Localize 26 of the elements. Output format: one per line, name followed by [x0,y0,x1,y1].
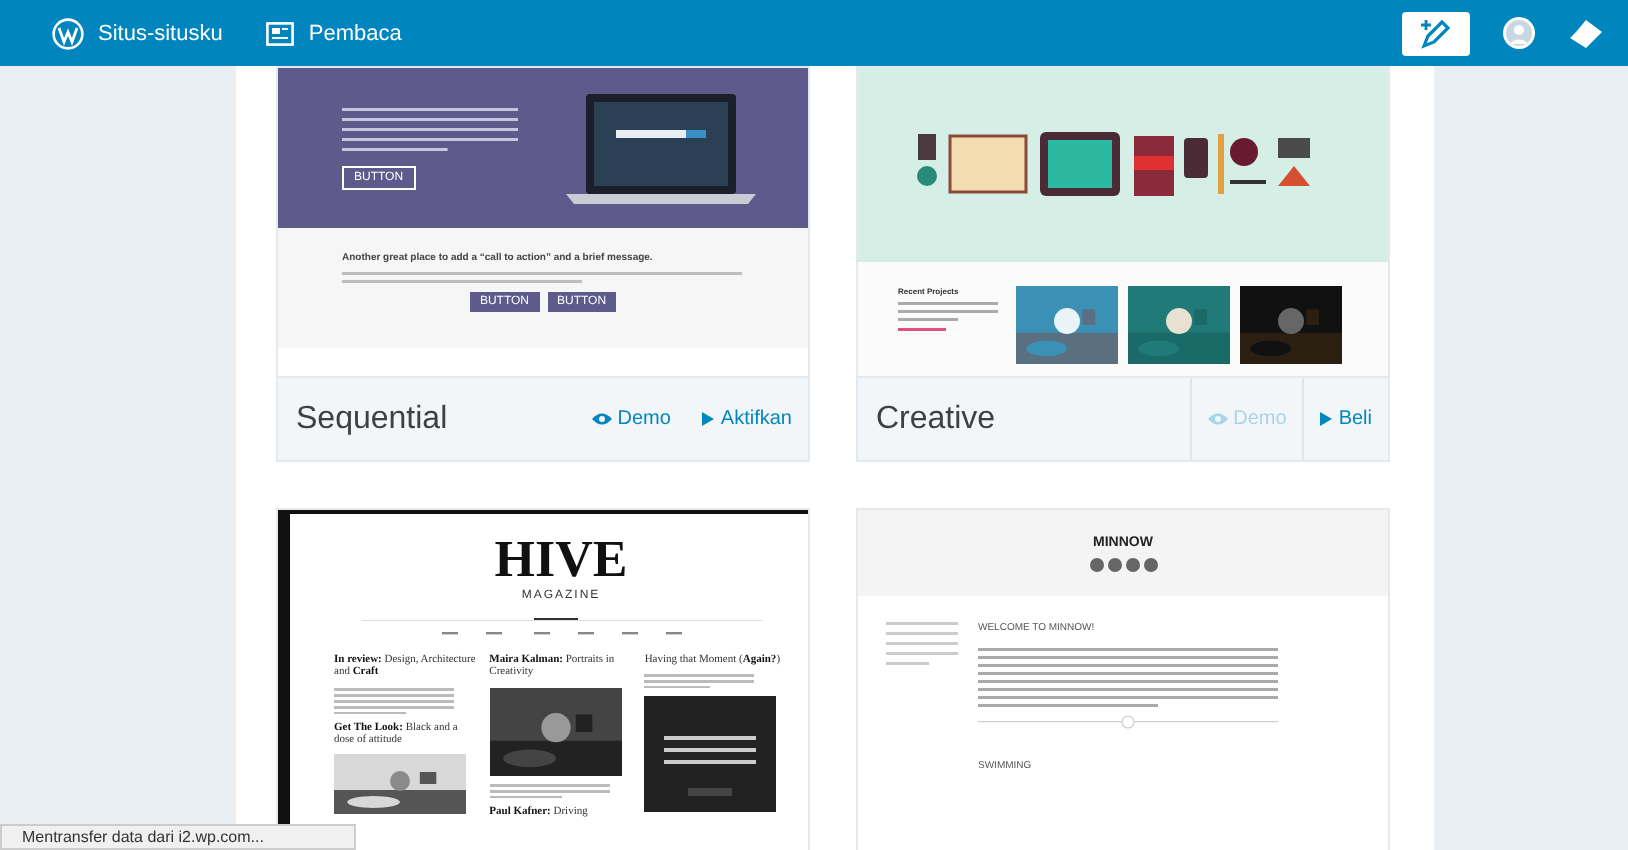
text-lines-drawing [334,687,454,714]
wordpress-logo-icon [52,17,84,49]
theme-name: Creative [876,401,998,437]
text-lines-drawing [886,622,958,668]
avatar-icon[interactable] [1502,16,1536,50]
activate-button[interactable]: Aktifkan [686,378,808,460]
write-button[interactable] [1402,11,1470,55]
quote-panel-drawing [644,696,777,813]
status-tooltip: Mentransfer data dari i2.wp.com... [0,824,356,850]
topbar-link[interactable]: Situs-situsku [52,17,223,49]
text-lines-drawing [644,674,755,689]
notification-icon[interactable] [1568,17,1604,49]
text-lines-drawing [898,302,998,322]
demo-button[interactable]: Demo [575,378,687,460]
topbar-link[interactable]: Pembaca [266,21,402,45]
text-lines-drawing [489,783,610,798]
reader-icon [266,21,295,45]
logo: HIVE [494,534,628,586]
play-icon [1320,412,1333,426]
buy-button[interactable]: Beli [1302,378,1388,460]
text-lines-drawing [898,328,946,332]
theme-name: Sequential [296,401,450,437]
eye-icon [591,412,612,426]
eye-icon [1207,412,1228,426]
play-icon [702,412,715,426]
pencil-plus-icon [1418,15,1454,51]
